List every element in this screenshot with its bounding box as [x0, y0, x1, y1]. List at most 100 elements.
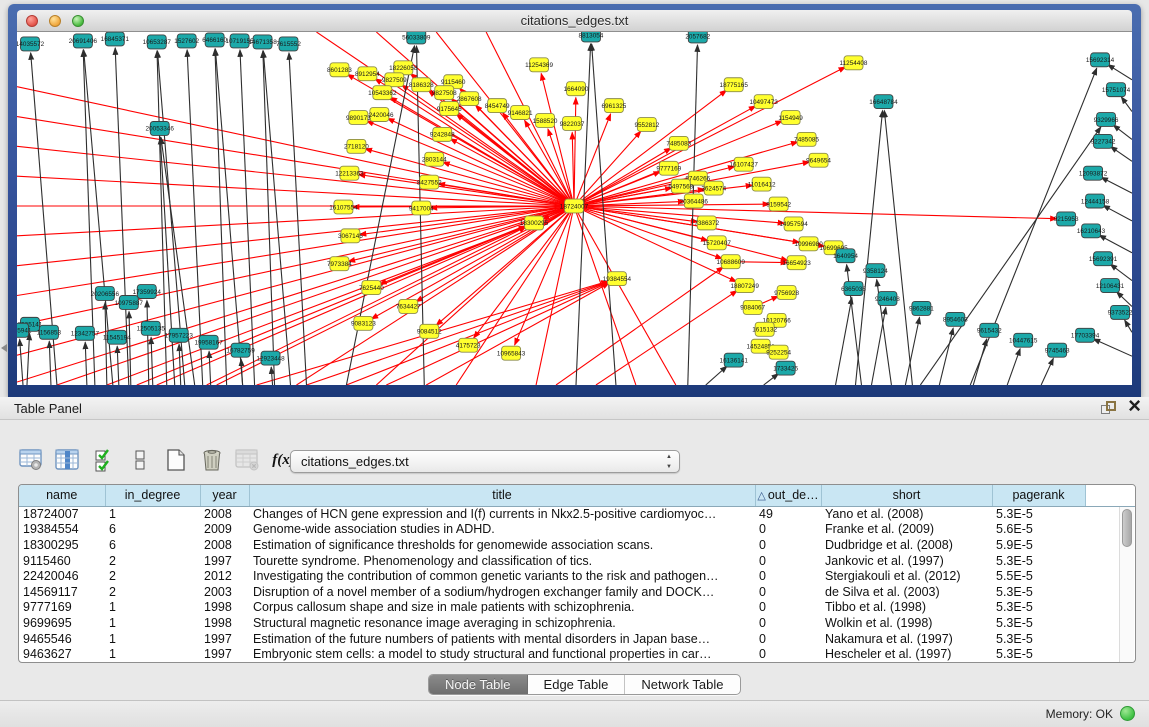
- citation-edge-black[interactable]: [764, 374, 779, 385]
- network-node[interactable]: 18775165: [720, 78, 749, 92]
- network-node[interactable]: 10653287: [143, 35, 172, 49]
- network-node[interactable]: 9777169: [656, 161, 681, 175]
- network-node[interactable]: 12213363: [335, 166, 364, 180]
- citation-edge-red[interactable]: [17, 206, 574, 325]
- merge-rows-icon[interactable]: [126, 447, 153, 473]
- network-node[interactable]: 8813054: [579, 32, 604, 42]
- network-node[interactable]: 20364486: [680, 194, 709, 208]
- network-node[interactable]: 12444158: [1081, 194, 1110, 208]
- network-node[interactable]: 9552812: [634, 118, 659, 132]
- network-node[interactable]: 7485085: [794, 132, 819, 146]
- column-header-in-degree[interactable]: in_degree: [105, 485, 200, 506]
- network-node[interactable]: 1615132: [752, 322, 777, 336]
- network-node[interactable]: 9242848: [430, 127, 455, 141]
- network-node[interactable]: 20206556: [91, 287, 120, 301]
- citation-edge-black[interactable]: [85, 342, 87, 385]
- table-row[interactable]: 1938455462009Genome-wide association stu…: [19, 522, 1135, 538]
- network-table-selector[interactable]: citations_edges.txt ▲▼: [290, 450, 680, 473]
- network-node[interactable]: 3624574: [701, 181, 726, 195]
- network-node[interactable]: 6497568: [668, 179, 693, 193]
- citation-edge-red[interactable]: [574, 206, 722, 259]
- table-row[interactable]: 1830029562008Estimation of significance …: [19, 537, 1135, 553]
- citation-edge-black[interactable]: [1117, 292, 1132, 307]
- network-node[interactable]: 10497473: [749, 95, 778, 109]
- network-node[interactable]: 12106431: [1096, 279, 1125, 293]
- citation-edge-black[interactable]: [147, 300, 149, 385]
- network-node[interactable]: 12342757: [71, 326, 100, 340]
- citation-edge-black[interactable]: [1125, 320, 1132, 332]
- network-node[interactable]: 7485083: [666, 136, 691, 150]
- network-node[interactable]: 6961325: [602, 99, 627, 113]
- citation-edge-black[interactable]: [1041, 358, 1053, 385]
- citation-edge-black[interactable]: [939, 328, 953, 385]
- import-table-icon[interactable]: [234, 447, 261, 473]
- network-node[interactable]: 9862881: [909, 301, 934, 315]
- network-node[interactable]: 2057682: [685, 32, 710, 43]
- table-panel-titlebar[interactable]: Table Panel ×: [0, 397, 1149, 420]
- table-row[interactable]: 946554611997Estimation of the future num…: [19, 631, 1135, 647]
- citation-edge-black[interactable]: [592, 44, 616, 385]
- network-node[interactable]: 14035572: [17, 37, 45, 51]
- citation-edge-black[interactable]: [1108, 65, 1132, 80]
- network-node[interactable]: 14957594: [779, 217, 808, 231]
- citation-edge-black[interactable]: [49, 341, 51, 385]
- tab-network-table[interactable]: Network Table: [625, 675, 739, 694]
- citation-edge-red[interactable]: [348, 206, 574, 262]
- table-row[interactable]: 969969511998Structural magnetic resonanc…: [19, 615, 1135, 631]
- citation-edge-black[interactable]: [129, 311, 131, 385]
- table-row[interactable]: 1456911722003Disruption of a novel membe…: [19, 584, 1135, 600]
- network-node[interactable]: 11254408: [840, 56, 868, 70]
- citation-edge-black[interactable]: [1093, 339, 1132, 356]
- network-canvas[interactable]: 1872400786012838912954182260589827509818…: [17, 32, 1132, 385]
- network-node[interactable]: 9417004: [409, 201, 434, 215]
- column-header-year[interactable]: year: [200, 485, 249, 506]
- citation-edge-black[interactable]: [263, 51, 275, 385]
- memory-ok-indicator[interactable]: [1120, 706, 1135, 721]
- network-node[interactable]: 15692391: [1089, 252, 1118, 266]
- network-node[interactable]: 16210643: [1077, 224, 1106, 238]
- citation-edge-black[interactable]: [209, 351, 211, 385]
- citation-edge-black[interactable]: [1007, 349, 1020, 385]
- network-node[interactable]: 16654923: [782, 256, 811, 270]
- citation-edge-black[interactable]: [289, 53, 306, 385]
- network-node[interactable]: 9745463: [1045, 343, 1070, 357]
- citation-edge-black[interactable]: [27, 333, 30, 385]
- network-node[interactable]: 6365036: [841, 282, 866, 296]
- network-node[interactable]: 10688609: [717, 255, 746, 269]
- citation-edge-red[interactable]: [157, 226, 526, 385]
- network-node[interactable]: 14671358: [248, 35, 277, 49]
- network-node[interactable]: 9252254: [766, 345, 791, 359]
- column-header-pagerank[interactable]: pagerank: [992, 485, 1085, 506]
- network-node[interactable]: 1154949: [778, 111, 803, 125]
- network-node[interactable]: 9358124: [863, 264, 888, 278]
- network-node[interactable]: 8912954: [355, 67, 380, 81]
- network-node[interactable]: 8186328: [409, 78, 434, 92]
- citation-edge-black[interactable]: [905, 317, 919, 385]
- float-panel-icon[interactable]: [1101, 401, 1116, 416]
- citation-edge-black[interactable]: [117, 346, 119, 385]
- network-node[interactable]: 9175645: [437, 102, 462, 116]
- network-node[interactable]: 56033809: [402, 32, 431, 44]
- network-node[interactable]: 1588520: [533, 114, 558, 128]
- network-node[interactable]: 16136141: [720, 353, 749, 367]
- citation-edge-red[interactable]: [556, 267, 723, 385]
- citation-edge-red[interactable]: [17, 206, 574, 236]
- citation-edge-red[interactable]: [346, 282, 608, 385]
- network-node[interactable]: 1664090: [564, 82, 589, 96]
- citation-edge-black[interactable]: [1101, 177, 1132, 193]
- network-node[interactable]: 15751074: [1102, 83, 1131, 97]
- citation-edge-black[interactable]: [240, 50, 255, 385]
- network-node[interactable]: 1156853: [37, 325, 62, 339]
- network-node[interactable]: 18807249: [731, 279, 760, 293]
- network-node[interactable]: 6466160: [202, 33, 227, 47]
- network-node[interactable]: 8427552: [417, 175, 442, 189]
- network-node[interactable]: 9890173: [346, 111, 371, 125]
- table-row[interactable]: 1872400712008Changes of HCN gene express…: [19, 506, 1135, 522]
- network-node[interactable]: 9827509: [382, 73, 407, 87]
- network-node[interactable]: 9756928: [774, 286, 799, 300]
- network-node[interactable]: 9649654: [806, 153, 831, 167]
- network-window-titlebar[interactable]: citations_edges.txt: [17, 10, 1132, 32]
- citation-edge-black[interactable]: [1099, 235, 1132, 253]
- network-node[interactable]: 9084512: [417, 324, 442, 338]
- network-node[interactable]: 10447615: [1009, 333, 1038, 347]
